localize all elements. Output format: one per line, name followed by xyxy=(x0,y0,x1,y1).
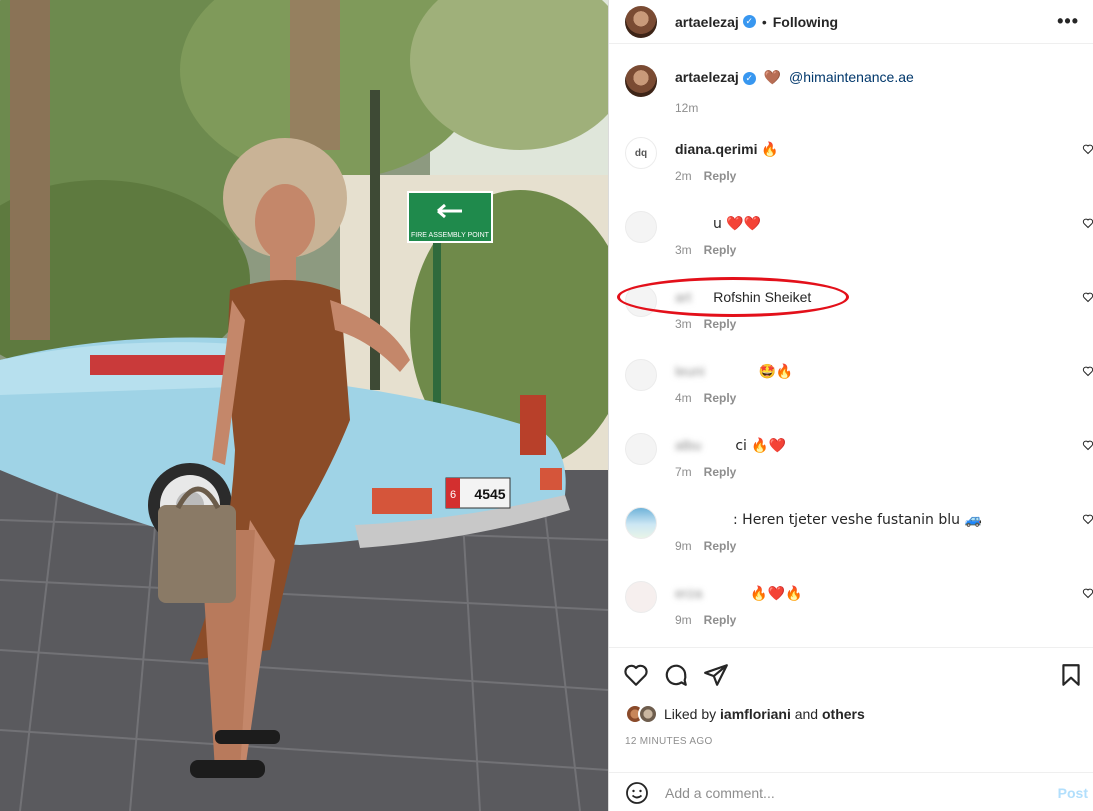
comment-text: : Heren tjeter veshe fustanin blu 🚙 xyxy=(733,512,982,528)
caption-emoji: 🤎 xyxy=(763,70,782,86)
comment-input[interactable] xyxy=(665,784,1025,801)
reply-button[interactable]: Reply xyxy=(704,539,737,553)
like-comment-heart-icon[interactable] xyxy=(1082,587,1093,599)
emoji-smiley-icon[interactable] xyxy=(625,781,649,805)
commenter-avatar[interactable] xyxy=(625,211,657,243)
author-avatar[interactable] xyxy=(625,5,657,38)
like-comment-heart-icon[interactable] xyxy=(1082,439,1093,451)
comment-time: 4m xyxy=(675,391,692,405)
commenter-avatar[interactable] xyxy=(625,359,657,391)
like-comment-heart-icon[interactable] xyxy=(1082,291,1093,303)
comment-item: dq diana.qerimi 🔥 2m Reply xyxy=(625,137,1093,197)
liker-avatar xyxy=(638,704,658,724)
liked-by-user-link[interactable]: iamfloriani xyxy=(720,706,791,722)
reply-button[interactable]: Reply xyxy=(704,613,737,627)
comment-time: 9m xyxy=(675,539,692,553)
comment-time: 3m xyxy=(675,317,692,331)
comment-text: 🤩🔥 xyxy=(758,364,794,380)
commenter-avatar[interactable]: dq xyxy=(625,137,657,169)
sign-text: FIRE ASSEMBLY POINT xyxy=(411,232,490,239)
post-actions: Liked by iamfloriani and others 12 MINUT… xyxy=(609,647,1093,811)
commenter-avatar[interactable] xyxy=(625,507,657,539)
caption-mention-link[interactable]: @himaintenance.ae xyxy=(789,69,914,85)
comment-item: albu ci 🔥❤️ 7m Reply xyxy=(625,433,1093,493)
author-username[interactable]: artaelezaj xyxy=(675,14,739,30)
more-options-icon[interactable]: ••• xyxy=(1057,11,1079,32)
commenter-avatar[interactable] xyxy=(625,433,657,465)
comment-text: ci 🔥❤️ xyxy=(735,438,787,454)
liked-by-and: and xyxy=(794,706,819,722)
comment-time: 9m xyxy=(675,613,692,627)
liked-by-summary[interactable]: Liked by iamfloriani and others xyxy=(625,704,865,724)
post-side-panel: artaelezaj ✓ • Following ••• artaelezaj ✓… xyxy=(608,0,1093,811)
following-button[interactable]: Following xyxy=(773,14,838,30)
post-comment-button[interactable]: Post xyxy=(1058,785,1088,801)
like-heart-icon[interactable] xyxy=(623,662,649,688)
add-comment-bar: Post xyxy=(609,772,1093,811)
like-comment-heart-icon[interactable] xyxy=(1082,513,1093,525)
plate-prefix: 6 xyxy=(450,489,456,501)
comment-item: u ❤️❤️ 3m Reply xyxy=(625,211,1093,271)
commenter-username[interactable]: erza xyxy=(675,585,702,601)
commenter-username[interactable]: diana.qerimi xyxy=(675,141,757,157)
comment-bubble-icon[interactable] xyxy=(663,662,689,688)
like-comment-heart-icon[interactable] xyxy=(1082,143,1093,155)
post-photo[interactable]: FIRE ASSEMBLY POINT 6 4545 xyxy=(0,0,608,811)
comment-text: 🔥❤️🔥 xyxy=(750,586,803,602)
liked-by-others-link[interactable]: others xyxy=(822,706,865,722)
comment-item: : Heren tjeter veshe fustanin blu 🚙 9m Re… xyxy=(625,507,1093,567)
reply-button[interactable]: Reply xyxy=(704,317,737,331)
caption-avatar[interactable] xyxy=(625,65,657,97)
post-header: artaelezaj ✓ • Following ••• xyxy=(609,0,1093,44)
highlight-annotation xyxy=(617,277,849,317)
verified-badge-icon: ✓ xyxy=(742,71,756,85)
comment-item: erza 🔥❤️🔥 9m Reply xyxy=(625,581,1093,641)
photo-illustration: FIRE ASSEMBLY POINT 6 4545 xyxy=(0,0,608,811)
like-comment-heart-icon[interactable] xyxy=(1082,217,1093,229)
comment-text: u ❤️❤️ xyxy=(713,216,762,232)
caption-username[interactable]: artaelezaj xyxy=(675,69,739,85)
commenter-username[interactable]: albu xyxy=(675,437,701,453)
separator-dot: • xyxy=(761,13,767,30)
reply-button[interactable]: Reply xyxy=(704,243,737,257)
reply-button[interactable]: Reply xyxy=(704,169,737,183)
comments-list[interactable]: artaelezaj ✓ 🤎 @himaintenance.ae 12m dq d… xyxy=(609,45,1093,647)
comment-item: leuni 🤩🔥 4m Reply xyxy=(625,359,1093,419)
comment-time: 2m xyxy=(675,169,692,183)
comment-time: 3m xyxy=(675,243,692,257)
post-timestamp[interactable]: 12 MINUTES AGO xyxy=(625,736,713,747)
comment-text: 🔥 xyxy=(761,142,779,158)
save-bookmark-icon[interactable] xyxy=(1058,662,1084,688)
share-paper-plane-icon[interactable] xyxy=(703,662,729,688)
reply-button[interactable]: Reply xyxy=(704,391,737,405)
verified-badge-icon: ✓ xyxy=(742,15,756,28)
liked-by-prefix: Liked by xyxy=(664,706,717,722)
caption-time: 12m xyxy=(675,101,699,115)
commenter-username[interactable]: leuni xyxy=(675,363,705,379)
comment-time: 7m xyxy=(675,465,692,479)
like-comment-heart-icon[interactable] xyxy=(1082,365,1093,377)
commenter-avatar[interactable] xyxy=(625,581,657,613)
plate-number: 4545 xyxy=(474,486,505,502)
reply-button[interactable]: Reply xyxy=(704,465,737,479)
